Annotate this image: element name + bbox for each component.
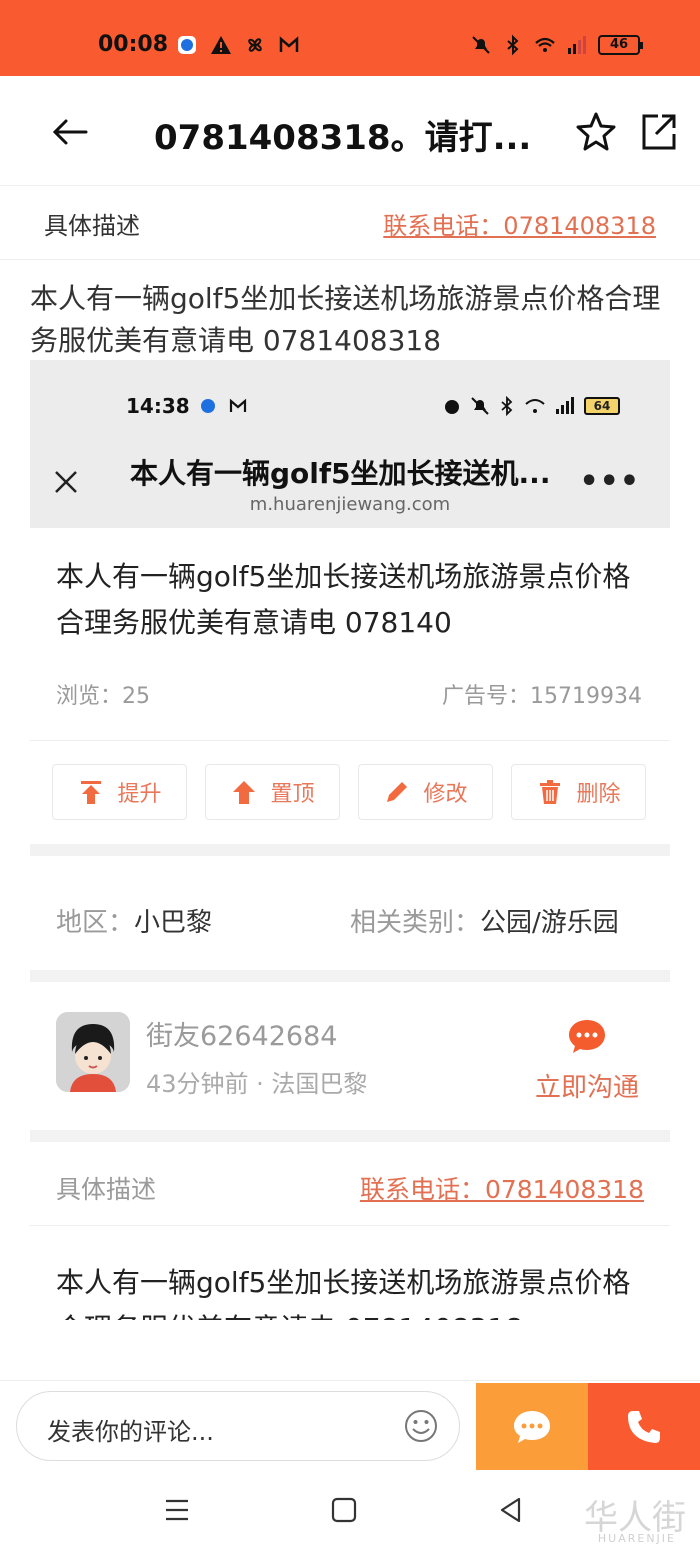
menu-icon[interactable]: [163, 1496, 191, 1524]
user-meta: 43分钟前 · 法国巴黎: [146, 1070, 368, 1098]
contact-phone-link: 联系电话：0781408318: [359, 1175, 644, 1204]
chat-bubble-icon: [569, 1020, 605, 1053]
alarm-icon: [445, 400, 459, 414]
poster-info: 街友62642684 43分钟前 · 法国巴黎 立即沟通: [30, 1000, 670, 1120]
section-label: 具体描述: [44, 212, 140, 240]
share-icon[interactable]: [636, 110, 680, 154]
embedded-description-repeat: 本人有一辆golf5坐加长接送机场旅游景点价格合理务服优美有意请电 078140…: [56, 1266, 631, 1320]
emoji-icon[interactable]: [403, 1408, 439, 1444]
gmail-icon: [279, 36, 299, 52]
views-count: 浏览：25: [56, 684, 150, 709]
mute-icon: [471, 397, 489, 415]
system-navigation-bar: 华人街 HUARENJIE: [0, 1470, 700, 1555]
action-label: 删除: [576, 782, 621, 807]
embedded-section-header: 具体描述 联系电话：0781408318: [30, 1154, 670, 1226]
embedded-action-buttons: 提升 置顶 修改 删除: [52, 764, 648, 820]
signal-icon: [568, 36, 586, 54]
phone-icon: [628, 1411, 660, 1443]
wifi-icon: [525, 399, 545, 413]
home-icon[interactable]: [330, 1496, 358, 1524]
embedded-status-time: 14:38: [126, 394, 190, 418]
call-button[interactable]: [588, 1383, 700, 1471]
embedded-page-title: 本人有一辆golf5坐加长接送机...: [130, 457, 551, 490]
status-time: 00:08: [98, 32, 169, 57]
comment-input[interactable]: 发表你的评论...: [16, 1391, 460, 1461]
avatar: [56, 1012, 130, 1092]
description-text: 本人有一辆golf5坐加长接送机场旅游景点价格合理务服优美有意请电 078140…: [30, 282, 661, 357]
bluetooth-icon: [507, 34, 519, 56]
contact-phone-link[interactable]: 联系电话：0781408318: [383, 206, 656, 241]
edit-button: 修改: [358, 764, 493, 820]
embedded-url: m.huarenjiewang.com: [249, 494, 451, 515]
divider: [30, 740, 670, 741]
app-notification-icon: [201, 399, 215, 413]
bluetooth-icon: [501, 396, 513, 416]
message-button[interactable]: [476, 1383, 588, 1471]
chat-now-label: 立即沟通: [534, 1073, 639, 1103]
more-icon: •••: [579, 464, 640, 499]
trash-icon: [540, 780, 561, 804]
wifi-icon: [535, 37, 555, 52]
comment-placeholder: 发表你的评论...: [47, 1418, 214, 1446]
gmail-icon: [229, 398, 247, 412]
action-label: 提升: [117, 782, 162, 807]
signal-icon: [556, 397, 574, 414]
embedded-meta-row: 浏览：25 广告号：15719934: [56, 678, 642, 710]
star-icon[interactable]: [574, 110, 618, 154]
section-gap: [30, 1130, 670, 1142]
chat-now-button: 立即沟通: [532, 1016, 642, 1104]
category-block: 相关类别：公园/游乐园: [350, 902, 619, 939]
warning-icon: [211, 36, 231, 54]
back-triangle-icon[interactable]: [497, 1496, 525, 1524]
battery-icon: 64: [584, 397, 620, 415]
chat-bubble-icon: [514, 1411, 550, 1443]
page-title: 0781408318。请打...: [154, 118, 532, 158]
watermark-sub: HUARENJIE: [597, 1532, 676, 1545]
app-notification-icon: [178, 36, 196, 54]
embedded-browser-header: 14:38 64 本人有一辆golf5坐加长接送机... m.huarenjie…: [30, 360, 670, 528]
attached-screenshot-image[interactable]: 14:38 64 本人有一辆golf5坐加长接送机... m.huarenjie…: [30, 360, 670, 1320]
category-label: 相关类别：: [350, 908, 481, 938]
embedded-system-icons: 64: [442, 396, 620, 416]
battery-icon: 46: [598, 35, 643, 55]
region-label: 地区：: [56, 908, 135, 938]
user-name: 街友62642684: [146, 1021, 338, 1052]
status-bar: 00:08 46: [0, 0, 700, 76]
section-gap: [30, 970, 670, 982]
fan-icon: [248, 38, 262, 52]
region-value: 小巴黎: [134, 908, 213, 938]
section-label: 具体描述: [56, 1175, 157, 1204]
embedded-notification-icons: [198, 396, 248, 416]
pin-top-button: 置顶: [205, 764, 340, 820]
region-category-row: 地区：小巴黎 相关类别：公园/游乐园: [56, 902, 646, 939]
status-system-icons: 46: [470, 34, 643, 56]
action-label: 修改: [423, 782, 468, 807]
promote-button: 提升: [52, 764, 187, 820]
status-notification-icons: [176, 34, 300, 56]
mute-icon: [472, 36, 490, 54]
embedded-description: 本人有一辆golf5坐加长接送机场旅游景点价格合理务服优美有意请电 078140: [56, 560, 631, 639]
pencil-icon: [387, 782, 408, 802]
ad-number: 广告号：15719934: [442, 684, 642, 709]
arrow-up-icon: [233, 781, 256, 804]
app-header: 0781408318。请打...: [0, 76, 700, 186]
action-label: 置顶: [270, 782, 315, 807]
promote-icon: [81, 781, 102, 804]
back-arrow-icon[interactable]: [48, 110, 92, 154]
delete-button: 删除: [511, 764, 646, 820]
section-gap: [30, 844, 670, 856]
description-section-header: 具体描述 联系电话：0781408318: [0, 190, 700, 260]
comment-bar: 发表你的评论...: [0, 1380, 700, 1471]
category-value: 公园/游乐园: [480, 908, 619, 938]
